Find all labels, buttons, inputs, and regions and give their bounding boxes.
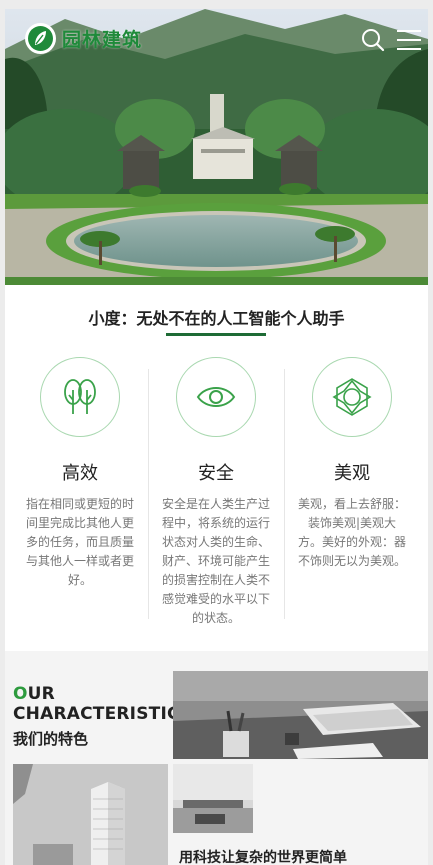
feature-item-safe: 安全 安全是在人类生产过程中，将系统的运行状态对人类的生命、财产、环境可能产生的… xyxy=(151,357,281,628)
feature-description: 指在相同或更短的时间里完成比其他人更多的任务，而且质量与其他人一样或者更好。 xyxy=(25,497,134,587)
logo-text: 园林建筑 xyxy=(62,29,143,51)
feature-title: 安全 xyxy=(198,463,234,484)
feature-item-beautiful: 美观 美观，看上去舒服：装饰美观|美观大方。美好的外观：器不饰则无以为美观。 xyxy=(287,357,417,571)
feature-list: 高效 指在相同或更短的时间里完成比其他人更多的任务，而且质量与其他人一样或者更好… xyxy=(5,357,428,637)
article-title[interactable]: 用科技让复杂的世界更简单 xyxy=(179,847,347,865)
feature-title: 高效 xyxy=(62,463,98,484)
slogan-heading: 小度：无处不在的人工智能个人助手 xyxy=(88,309,345,328)
feature-title: 美观 xyxy=(334,463,370,484)
feature-item-efficient: 高效 指在相同或更短的时间里完成比其他人更多的任务，而且质量与其他人一样或者更好… xyxy=(15,357,145,590)
desk-photo[interactable] xyxy=(173,671,428,759)
characteristic-section: OUR CHARACTERISTIC 我们的特色 用科技让复杂的世界更简单 xyxy=(5,651,428,865)
office-photo[interactable] xyxy=(173,764,253,833)
star-polygon-icon xyxy=(312,357,392,437)
site-logo[interactable]: 园林建筑 xyxy=(25,23,142,54)
feature-divider xyxy=(284,369,285,619)
eye-icon xyxy=(176,357,256,437)
hero-banner: 园林建筑 xyxy=(5,9,428,285)
feature-divider xyxy=(148,369,149,619)
characteristic-title: OUR CHARACTERISTIC xyxy=(13,684,180,724)
search-icon[interactable] xyxy=(360,27,386,53)
menu-icon[interactable] xyxy=(395,27,423,53)
page-frame: 园林建筑 小度：无处不在的人工智能个人助手 高效 指在相同或更短的时间里完成比其… xyxy=(5,9,428,865)
leaf-logo-icon xyxy=(25,23,56,54)
feature-description: 美观，看上去舒服：装饰美观|美观大方。美好的外观：器不饰则无以为美观。 xyxy=(297,497,406,568)
characteristic-title-first-letter: O xyxy=(13,684,28,704)
characteristic-title-rest: UR xyxy=(27,684,55,704)
feature-description: 安全是在人类生产过程中，将系统的运行状态对人类的生命、财产、环境可能产生的损害控… xyxy=(161,497,270,625)
characteristic-subtitle: 我们的特色 xyxy=(13,730,89,748)
characteristic-title-line2: CHARACTERISTIC xyxy=(13,704,180,724)
slogan-underline xyxy=(166,333,266,336)
trees-icon xyxy=(40,357,120,437)
building-photo[interactable] xyxy=(13,764,168,865)
